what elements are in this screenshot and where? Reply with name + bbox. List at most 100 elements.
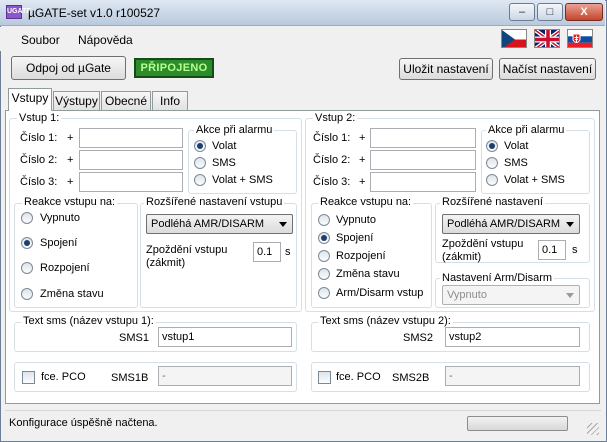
input1-sms1b-field[interactable]: - [158, 366, 292, 386]
input2-reaction-off-radio[interactable] [318, 214, 330, 226]
input2-sms-field[interactable]: vstup2 [445, 327, 580, 347]
input1-number2-field[interactable] [79, 150, 183, 170]
input2-alarm-call-radio[interactable] [486, 140, 498, 152]
tab-vystupy[interactable]: Výstupy [53, 91, 100, 110]
input1-sms1b-label: SMS1B [111, 372, 149, 384]
input2-reaction-off-label: Vypnuto [336, 214, 376, 226]
input1-sms-title: Text sms (název vstupu 1): [21, 315, 156, 328]
input1-pco-checkbox[interactable] [22, 371, 35, 384]
maximize-button[interactable]: □ [537, 3, 563, 21]
minimize-button[interactable]: – [509, 3, 535, 21]
input2-number1-plus: + [359, 132, 366, 144]
input1-title: Vstup 1: [17, 112, 62, 125]
input1-number1-field[interactable] [79, 128, 183, 148]
input2-armdisarm-title: Nastavení Arm/Disarm [440, 272, 555, 285]
input2-reaction-change-label: Změna stavu [336, 268, 400, 280]
input2-delay-field[interactable]: 0.1 [538, 240, 566, 260]
input2-number2-plus: + [359, 154, 366, 166]
save-settings-button[interactable]: Uložit nastavení [399, 58, 493, 80]
input2-number3-plus: + [359, 176, 366, 188]
status-message: Konfigurace úspěšně načtena. [9, 417, 158, 429]
input1-reaction-connect-radio[interactable] [21, 237, 33, 249]
input2-reaction-disconnect-radio[interactable] [318, 250, 330, 262]
input1-alarm-sms-radio[interactable] [194, 157, 206, 169]
input1-sms-field[interactable]: vstup1 [158, 327, 292, 347]
input2-mode-select[interactable]: Podléhá AMR/DISARM [442, 214, 580, 234]
input2-reaction-change-radio[interactable] [318, 268, 330, 280]
input2-sms-title: Text sms (název vstupu 2): [318, 315, 453, 328]
tab-info[interactable]: Info [152, 91, 188, 110]
chevron-down-icon [279, 222, 287, 227]
input1-reaction-disconnect-radio[interactable] [21, 262, 33, 274]
progress-bar [467, 416, 568, 431]
input2-reaction-armdisarm-label: Arm/Disarm vstup [336, 287, 424, 299]
input2-number3-field[interactable] [370, 172, 476, 192]
input2-delay-sub-label: (zákmit) [442, 251, 482, 263]
input1-alarm-sms-label: SMS [212, 157, 236, 169]
input1-reaction-off-label: Vypnuto [40, 212, 80, 224]
input1-mode-value: Podléhá AMR/DISARM [151, 218, 265, 230]
input2-armdisarm-select[interactable]: Vypnuto [442, 285, 580, 305]
uk-flag-icon[interactable] [534, 29, 560, 48]
input1-pco-label: fce. PCO [41, 371, 86, 383]
input1-reaction-off-radio[interactable] [21, 212, 33, 224]
input2-delay-unit: s [572, 244, 578, 256]
resize-grip[interactable] [587, 423, 599, 435]
close-button[interactable]: X [565, 3, 603, 21]
input1-delay-unit: s [285, 246, 291, 258]
input2-number2-label: Číslo 2: [313, 154, 351, 166]
input2-reaction-disconnect-label: Rozpojení [336, 250, 386, 262]
input1-alarm-call-sms-label: Volat + SMS [212, 174, 273, 186]
input2-number3-label: Číslo 3: [313, 176, 351, 188]
input2-alarm-call-sms-radio[interactable] [486, 174, 498, 186]
input1-alarm-title: Akce při alarmu [194, 124, 275, 137]
disconnect-button[interactable]: Odpoj od µGate [11, 56, 126, 80]
sk-flag-icon[interactable] [567, 29, 593, 48]
app-icon: UGATE [6, 5, 31, 19]
chevron-down-icon [566, 222, 574, 227]
input2-number2-field[interactable] [370, 150, 476, 170]
input2-pco-checkbox[interactable] [318, 371, 331, 384]
input2-sms2b-label: SMS2B [392, 372, 430, 384]
tab-obecne[interactable]: Obecné [101, 91, 151, 110]
input2-sms2b-field[interactable]: - [445, 366, 580, 386]
input1-mode-select[interactable]: Podléhá AMR/DISARM [146, 214, 293, 234]
input2-reaction-connect-label: Spojení [336, 232, 374, 244]
input1-delay-label: Zpoždění vstupu [146, 244, 228, 256]
input1-number3-field[interactable] [79, 172, 183, 192]
input2-number1-field[interactable] [370, 128, 476, 148]
tab-vstupy[interactable]: Vstupy [8, 88, 52, 111]
input2-reaction-armdisarm-radio[interactable] [318, 287, 330, 299]
input1-alarm-call-radio[interactable] [194, 140, 206, 152]
menu-napoveda[interactable]: Nápověda [78, 33, 133, 47]
input1-delay-field[interactable]: 0.1 [253, 242, 281, 262]
input1-number3-plus: + [67, 176, 74, 188]
input2-extended-title: Rozšířené nastavení [440, 196, 545, 209]
input2-pco-label: fce. PCO [336, 371, 381, 383]
input2-alarm-sms-radio[interactable] [486, 157, 498, 169]
input1-reaction-change-label: Změna stavu [40, 288, 104, 300]
input1-sms-label: SMS1 [119, 332, 149, 344]
input1-alarm-call-label: Volat [212, 140, 237, 152]
input1-delay-sub-label: (zákmit) [146, 257, 186, 269]
input1-number3-label: Číslo 3: [20, 176, 58, 188]
window-title: µGATE-set v1.0 r100527 [28, 6, 161, 20]
input1-reaction-connect-label: Spojení [40, 237, 78, 249]
input1-extended-title: Rozšířené nastavení vstupu [144, 196, 285, 209]
input1-number1-plus: + [67, 132, 74, 144]
connection-status-badge: PŘIPOJENO [134, 58, 214, 78]
input1-number2-plus: + [67, 154, 74, 166]
input1-reaction-change-radio[interactable] [21, 288, 33, 300]
input1-number1-label: Číslo 1: [20, 132, 58, 144]
input2-mode-value: Podléhá AMR/DISARM [447, 218, 561, 230]
input2-reaction-title: Reakce vstupu na: [318, 196, 414, 209]
cz-flag-icon[interactable] [501, 29, 527, 48]
menu-soubor[interactable]: Soubor [21, 33, 60, 47]
input2-reaction-connect-radio[interactable] [318, 232, 330, 244]
input2-title: Vstup 2: [313, 112, 358, 125]
load-settings-button[interactable]: Načíst nastavení [499, 58, 596, 80]
input2-alarm-title: Akce při alarmu [486, 124, 567, 137]
input1-number2-label: Číslo 2: [20, 154, 58, 166]
input1-alarm-call-sms-radio[interactable] [194, 174, 206, 186]
input2-alarm-call-sms-label: Volat + SMS [504, 174, 565, 186]
